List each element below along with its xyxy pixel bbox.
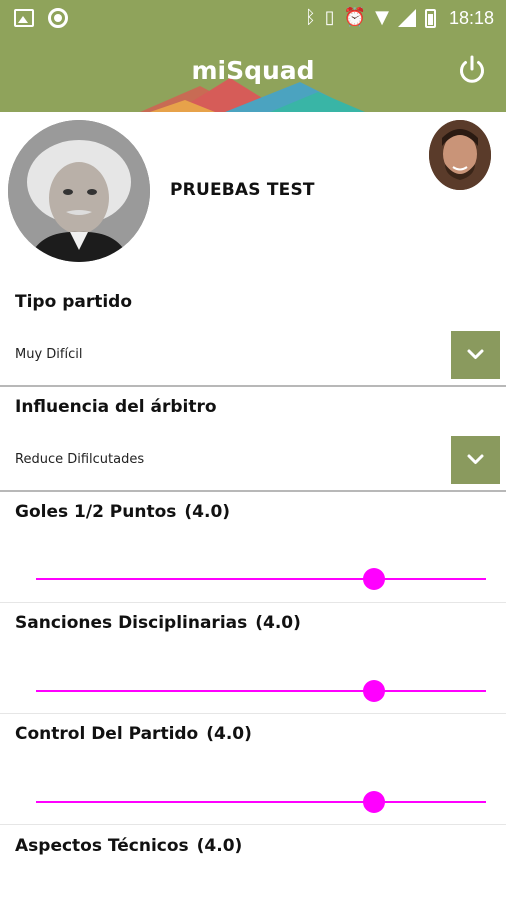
match-control-slider-track[interactable]: [36, 801, 486, 803]
status-time: 18:18: [448, 7, 494, 28]
referee-influence-label: Influencia del árbitro: [15, 397, 217, 417]
app-bar: miSquad: [0, 36, 506, 112]
slider-label: Sanciones Disciplinarias (4.0): [15, 613, 301, 633]
slider-value: (4.0): [196, 836, 243, 856]
chevron-down-icon: [467, 349, 484, 359]
referee-influence-dropdown-button[interactable]: [451, 436, 500, 484]
divider: [0, 385, 506, 387]
profile-name: PRUEBAS TEST: [170, 180, 315, 200]
slider-value: (4.0): [255, 613, 301, 633]
battery-icon: [424, 8, 436, 28]
slider-value: (4.0): [206, 724, 252, 744]
vibrate-icon: ▯: [324, 7, 335, 28]
circle-app-icon: [48, 8, 68, 28]
signal-icon: [397, 9, 416, 27]
power-button[interactable]: [456, 54, 488, 86]
user-avatar[interactable]: [429, 120, 491, 190]
discipline-slider-thumb[interactable]: [362, 680, 385, 702]
image-icon: [14, 9, 34, 27]
power-icon: [460, 55, 484, 83]
divider: [0, 824, 506, 825]
slider-label: Goles 1/2 Puntos (4.0): [15, 502, 230, 522]
profile-avatar: [8, 120, 150, 262]
referee-influence-value[interactable]: Reduce Difilcutades: [15, 452, 144, 467]
portrait-photo: [8, 120, 150, 262]
slider-label-text: Control Del Partido: [15, 724, 199, 744]
match-type-value[interactable]: Muy Difícil: [15, 347, 82, 362]
divider: [0, 602, 506, 603]
goals-slider-track[interactable]: [36, 578, 486, 580]
match-control-slider-thumb[interactable]: [362, 791, 385, 813]
slider-label-text: Aspectos Técnicos: [15, 836, 189, 856]
slider-label-text: Goles 1/2 Puntos: [15, 502, 177, 522]
bluetooth-icon: ᛒ: [304, 7, 316, 28]
slider-value: (4.0): [184, 502, 231, 522]
goals-slider-thumb[interactable]: [362, 568, 385, 590]
slider-label-text: Sanciones Disciplinarias: [15, 613, 248, 633]
match-type-label: Tipo partido: [15, 292, 133, 312]
chevron-down-icon: [467, 454, 484, 464]
user-photo: [429, 120, 491, 190]
status-bar: ᛒ ▯ ⏰ ▼ 18:18: [0, 0, 506, 36]
divider: [0, 490, 506, 492]
app-title: miSquad: [191, 56, 315, 85]
alarm-icon: ⏰: [343, 7, 367, 28]
match-type-dropdown-button[interactable]: [451, 331, 500, 379]
divider: [0, 713, 506, 714]
slider-label: Control Del Partido (4.0): [15, 724, 252, 744]
discipline-slider-track[interactable]: [36, 690, 486, 692]
wifi-icon: ▼: [375, 7, 389, 28]
slider-label: Aspectos Técnicos (4.0): [15, 836, 242, 856]
